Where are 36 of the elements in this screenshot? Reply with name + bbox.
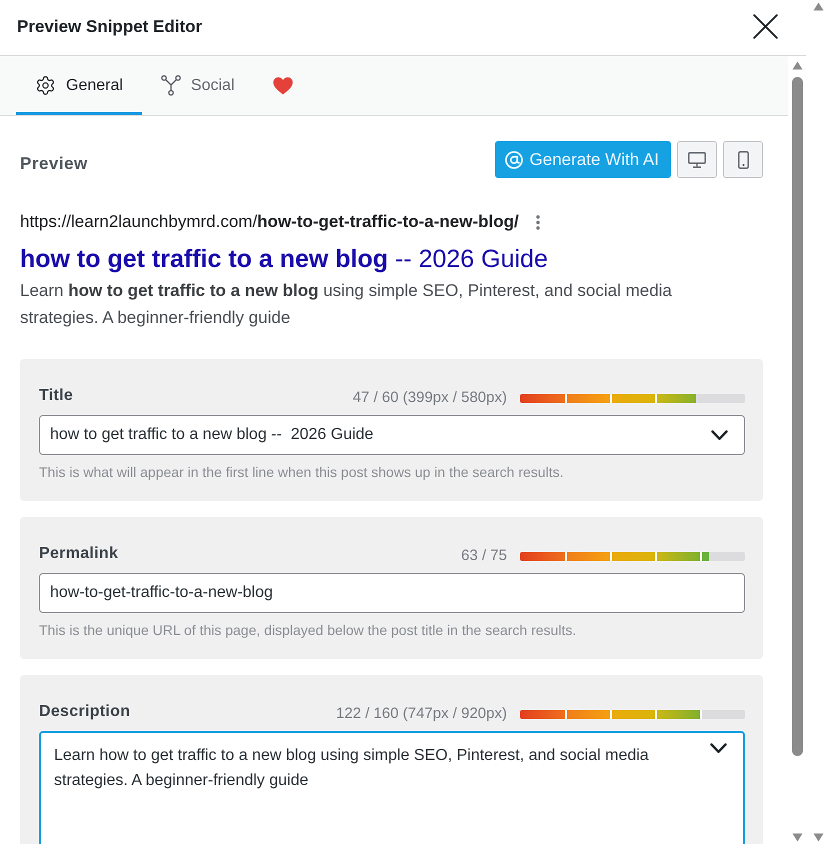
desktop-view-button[interactable] [677,141,717,178]
text-field[interactable]: how-to-get-traffic-to-a-new-blog [39,573,745,613]
node-graph-icon [160,75,181,96]
character-counter: 63 / 75 [461,547,507,565]
scrollbar-thumb[interactable] [792,77,802,756]
field-hint: This is what will appear in the first line when this post shows up in the search results. [39,464,564,480]
scroll-down-icon[interactable] [792,833,802,842]
field-label: Permalink [39,544,118,564]
social-tab[interactable]: Social [142,56,254,115]
general-tab[interactable]: General [16,56,142,115]
monitor-icon [688,152,706,168]
select-field[interactable]: how to get traffic to a new blog -- 2026 Guide [39,415,745,455]
window-title: Preview Snippet Editor [17,16,202,36]
more-options-icon[interactable] [536,214,540,230]
chevron-down-icon[interactable] [711,430,728,440]
result-title: how to get traffic to a new blog -- 2026 Guide [20,244,549,275]
chevron-down-icon[interactable] [710,743,727,754]
scroll-up-icon[interactable] [792,61,802,70]
field-hint: This is the unique URL of this page, displayed below the post title in the search results. [39,622,578,638]
textarea-field[interactable]: Learn how to get traffic to a new blog using simple SEO, Pinterest, and social media strategies. A beginner-friendly guide [39,731,745,844]
field-label: Description [39,702,130,722]
mobile-view-button[interactable] [723,141,763,178]
preview-heading: Preview [20,153,88,174]
field-label: Title [39,386,74,406]
result-url: https://learn2launchbymrd.com/how-to-get-traffic-to-a-new-blog/ [20,211,519,233]
result-description: Learn how to get traffic to a new blog using simple SEO, Pinterest, and social media strategies. A beginner-friendly guide [20,280,673,329]
close-icon [753,14,778,39]
gear-icon [35,75,56,96]
smartphone-icon [738,150,748,168]
close-button[interactable] [753,14,778,39]
character-counter: 47 / 60 (399px / 580px) [352,389,507,407]
heart-icon [272,76,292,94]
scroll-up-icon[interactable] [812,2,824,11]
scroll-down-icon[interactable] [812,833,824,842]
at-sign-icon [504,150,523,168]
character-counter: 122 / 160 (747px / 920px) [336,705,507,723]
